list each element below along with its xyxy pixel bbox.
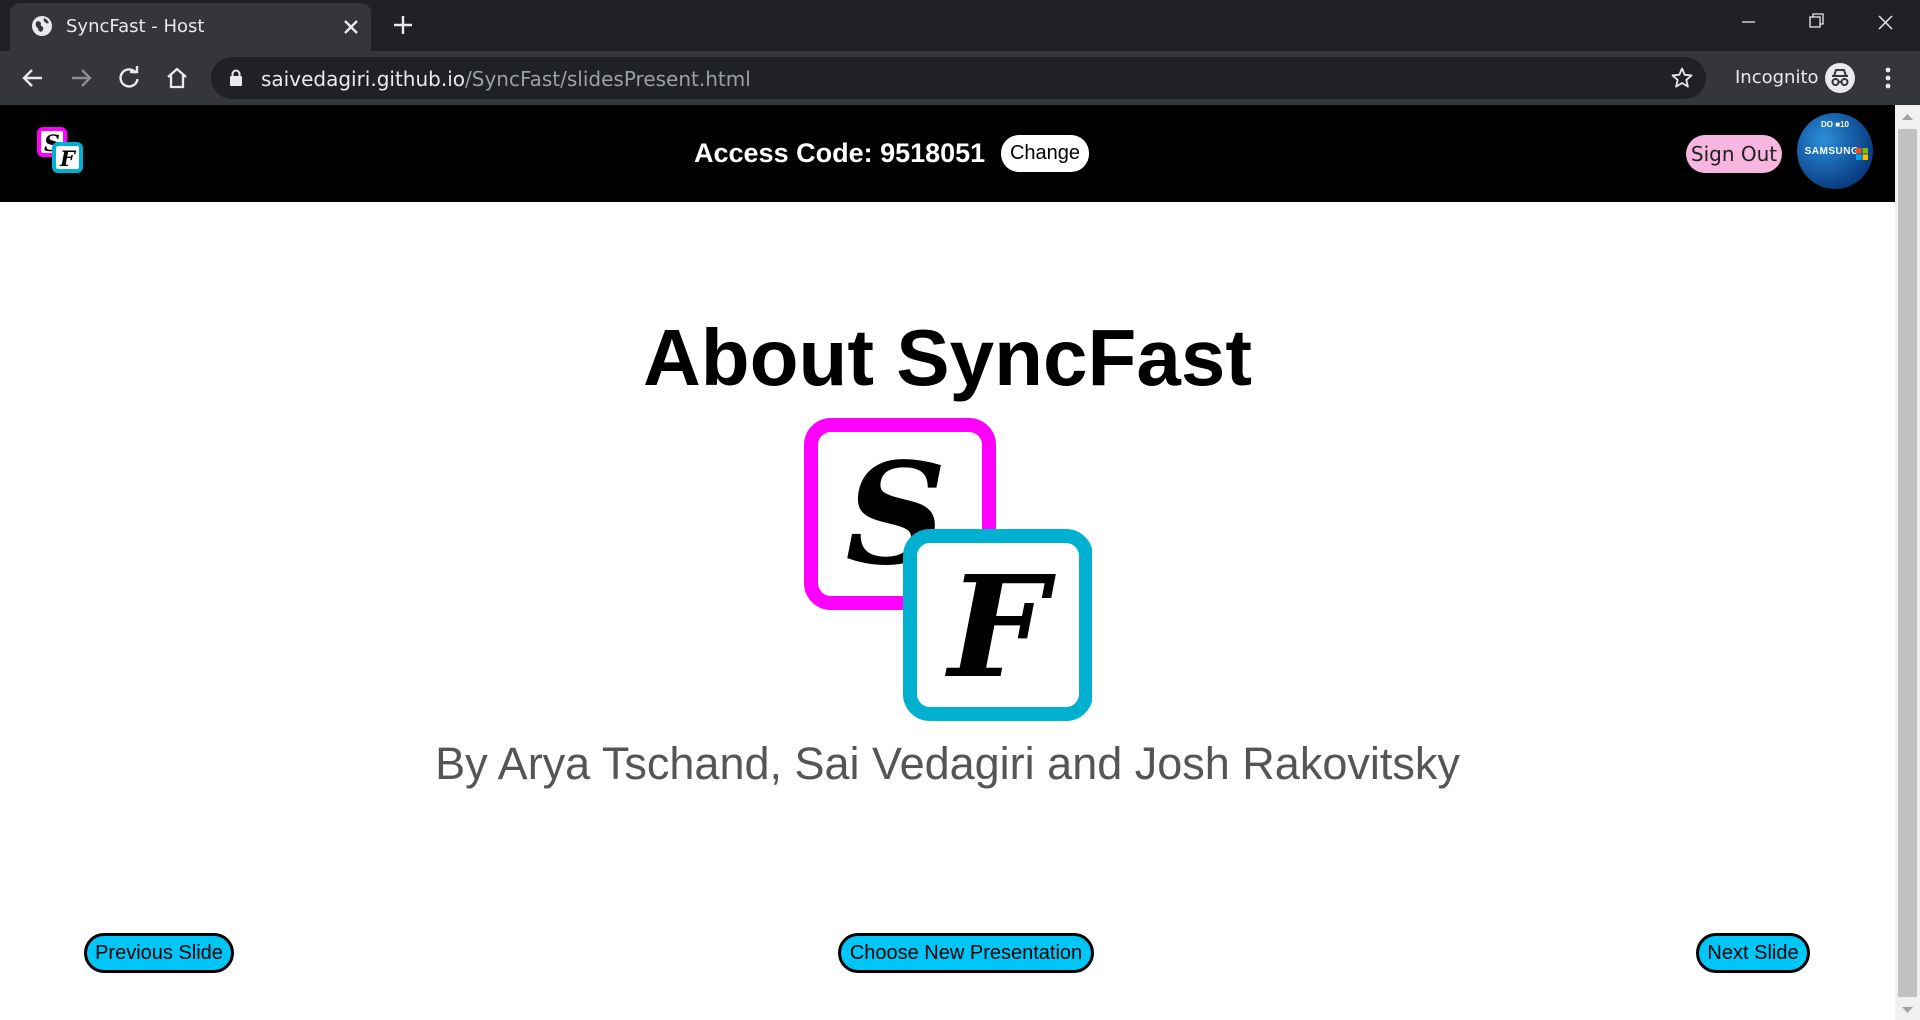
access-code: Access Code: 9518051 [694,138,986,168]
app-header: S F Access Code: 9518051 Change Sign Out… [0,105,1895,202]
lock-icon[interactable] [229,69,243,86]
bookmark-star-icon[interactable] [1670,66,1694,90]
back-arrow-icon[interactable] [19,64,47,92]
scroll-down-arrow-icon[interactable] [1902,1006,1913,1014]
more-menu-icon[interactable] [1876,64,1900,92]
globe-icon [32,16,52,36]
tab-syncfast-host[interactable]: SyncFast - Host [10,3,371,51]
home-icon[interactable] [163,64,191,92]
scroll-up-arrow-icon[interactable] [1902,113,1913,121]
url-path: /SyncFast/slidesPresent.html [465,67,751,91]
avatar-badge-text: DO ■10 [1821,120,1849,129]
reload-icon[interactable] [115,64,143,92]
close-window-icon[interactable] [1855,0,1915,44]
choose-presentation-button[interactable]: Choose New Presentation [838,933,1094,973]
new-tab-plus-icon[interactable] [390,12,416,38]
windows-logo-icon [1856,148,1868,160]
forward-arrow-icon[interactable] [67,64,95,92]
user-avatar[interactable]: DO ■10 SAMSUNG [1797,113,1873,189]
sign-out-button[interactable]: Sign Out [1686,135,1782,173]
slide-subtitle: By Arya Tschand, Sai Vedagiri and Josh R… [435,738,1460,789]
page-scrollbar[interactable] [1895,105,1920,1020]
incognito-label[interactable]: Incognito [1735,67,1819,88]
tab-title: SyncFast - Host [66,16,205,37]
scrollbar-thumb[interactable] [1898,129,1917,997]
change-code-button[interactable]: Change [1001,135,1089,172]
browser-window: SyncFast - Host saivedagiri.github.io/Sy… [0,0,1920,1020]
address-bar[interactable]: saivedagiri.github.io/SyncFast/slidesPre… [211,57,1706,99]
syncfast-logo[interactable]: S F [37,127,83,173]
url-text[interactable]: saivedagiri.github.io/SyncFast/slidesPre… [261,67,751,91]
url-host: saivedagiri.github.io [261,67,466,91]
next-slide-button[interactable]: Next Slide [1696,933,1810,973]
minimize-icon[interactable] [1718,0,1778,44]
syncfast-large-logo: S F [804,418,1092,721]
web-page: S F Access Code: 9518051 Change Sign Out… [0,105,1895,1020]
previous-slide-button[interactable]: Previous Slide [84,933,234,973]
close-tab-icon[interactable] [340,16,362,38]
logo-letter-f: F [59,146,77,171]
large-logo-letter-f: F [944,546,1056,710]
tab-strip: SyncFast - Host [0,0,1920,51]
browser-toolbar: saivedagiri.github.io/SyncFast/slidesPre… [0,51,1920,105]
incognito-icon[interactable] [1824,62,1856,94]
slide-title: About SyncFast [643,313,1252,402]
restore-icon[interactable] [1786,0,1846,44]
